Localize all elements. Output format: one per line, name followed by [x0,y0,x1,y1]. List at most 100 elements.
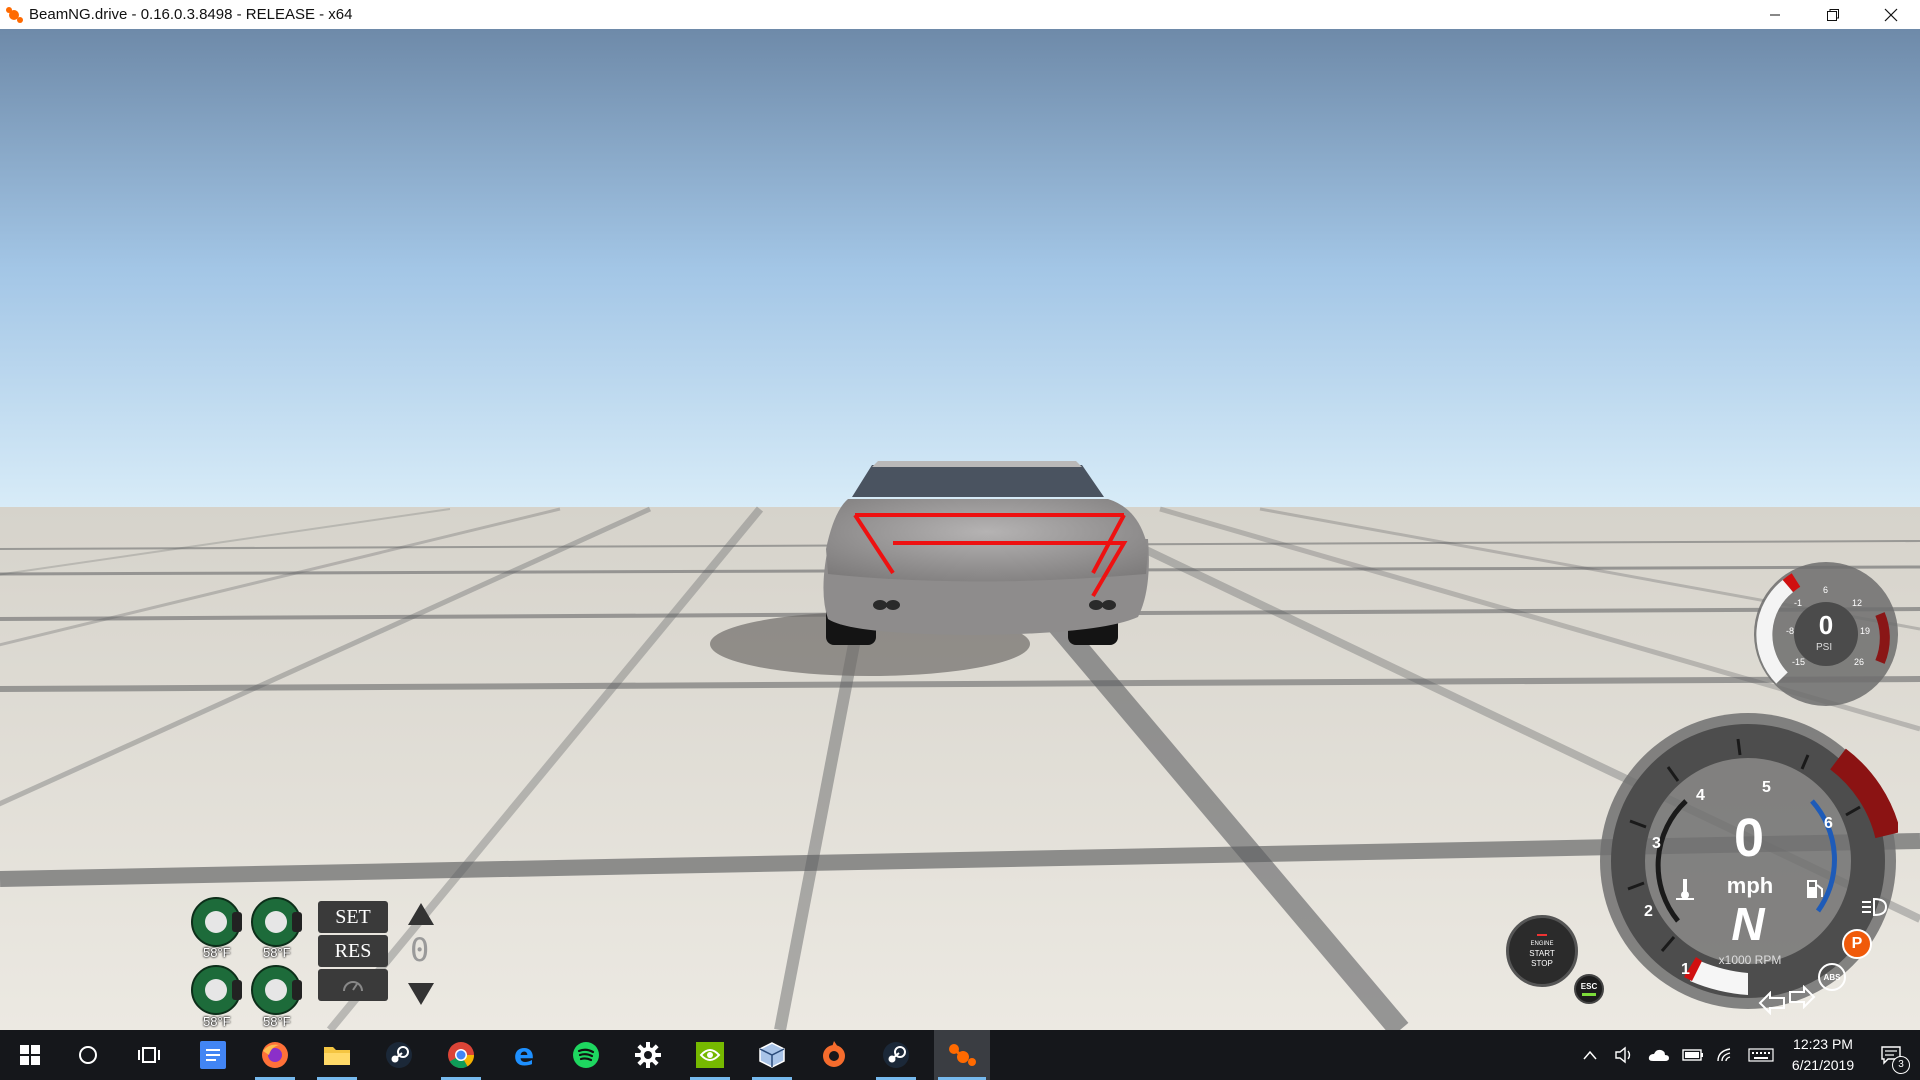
game-viewport[interactable]: 58°F 58°F 58°F 58°F SET RES 0 ENGINE STA… [0,29,1920,1030]
boost-tick-neg15: -15 [1792,657,1806,667]
esc-indicator [1582,993,1596,996]
beamng-app-icon [6,6,23,23]
speed-unit: mph [1726,873,1774,898]
boost-tick-6: 6 [1823,585,1829,595]
cortana-button[interactable] [64,1030,112,1080]
close-button[interactable] [1862,0,1920,29]
engine-label-2: START [1529,948,1555,958]
cortana-circle-icon [79,1046,97,1064]
brake-temp-rear-left: 58°F [203,1014,231,1029]
beamng-icon [949,1044,976,1066]
cruise-set-button[interactable]: SET [318,901,388,933]
close-icon [1884,8,1898,21]
taskbar-clock[interactable]: 12:23 PM 6/21/2019 [1778,1034,1868,1076]
rpm-tick-6: 6 [1824,815,1833,832]
boost-value: 0 [1818,610,1834,640]
steam-icon-2 [883,1042,909,1068]
title-bar: BeamNG.drive - 0.16.0.3.8498 - RELEASE -… [0,0,1920,29]
parking-brake-label: P [1851,935,1863,952]
spotify-icon [573,1042,599,1068]
boost-tick-neg8: -8 [1786,626,1795,636]
boost-tick-26: 26 [1854,657,1865,667]
abs-label: ABS [1823,972,1841,982]
taskbar-app-chrome[interactable] [437,1030,485,1080]
wifi-icon[interactable] [1716,1047,1736,1063]
window-title: BeamNG.drive - 0.16.0.3.8498 - RELEASE -… [29,6,353,23]
speedometer-icon [343,981,363,992]
boost-unit: PSI [1816,642,1833,653]
taskbar-app-beamng[interactable] [934,1030,990,1080]
rpm-tick-1: 1 [1681,961,1690,978]
rpm-tick-2: 2 [1644,903,1653,920]
docs-icon [200,1041,226,1069]
abs-indicator: ABS [1818,963,1846,991]
taskbar-app-steam[interactable] [375,1030,423,1080]
engine-start-stop-button[interactable]: ENGINE START STOP [1506,915,1578,987]
gear-icon [635,1042,661,1068]
cruise-toggle-button[interactable] [318,969,388,1001]
taskbar-app-steam-2[interactable] [872,1030,920,1080]
speed-value: 0 [1733,808,1765,868]
rpm-tick-3: 3 [1652,835,1661,852]
headlight-icon [1862,897,1888,917]
clock-time: 12:23 PM [1793,1036,1853,1052]
firefox-icon [262,1042,288,1068]
coolant-temp-icon [1676,879,1694,900]
taskbar-app-spotify[interactable] [562,1030,610,1080]
cruise-control-widget: SET RES 0 [318,901,438,1030]
rpm-unit-label: x1000 RPM [1718,953,1782,967]
brake-temperature-widget: 58°F 58°F 58°F 58°F [186,884,306,1030]
taskbar-app-edge[interactable]: e [500,1030,548,1080]
brake-temp-front-right: 58°F [263,945,291,960]
minimize-icon [1770,14,1780,15]
keyboard-icon[interactable] [1748,1047,1774,1063]
taskbar-app-settings[interactable] [624,1030,672,1080]
engine-indicator [1537,933,1547,936]
boost-tick-19: 19 [1860,626,1871,636]
virtualbox-icon [759,1042,785,1068]
nvidia-icon [696,1042,724,1068]
cruise-resume-button[interactable]: RES [318,935,388,967]
engine-label-3: STOP [1531,958,1553,968]
volume-icon[interactable] [1614,1046,1634,1064]
esc-label: ESC [1580,982,1598,991]
taskbar-app-origin[interactable] [810,1030,858,1080]
chrome-icon [448,1042,475,1069]
battery-icon[interactable] [1682,1048,1704,1062]
rpm-tick-4: 4 [1696,787,1705,804]
notification-count-badge: 3 [1892,1056,1910,1074]
system-tray [1582,1030,1774,1080]
cruise-decrease-arrow-icon[interactable] [408,983,434,1005]
show-hidden-icons-chevron-icon[interactable] [1582,1049,1598,1061]
action-center-button[interactable]: 3 [1866,1030,1916,1080]
speedometer-tachometer: 1 2 3 4 5 6 0 mph N x1000 RPM P ABS [1598,711,1901,1015]
origin-icon [823,1041,845,1067]
start-button[interactable] [6,1030,54,1080]
taskbar-app-nvidia[interactable] [686,1030,734,1080]
parking-brake-indicator: P [1842,929,1872,959]
onedrive-cloud-icon[interactable] [1648,1048,1670,1062]
clock-date: 6/21/2019 [1791,1057,1855,1073]
right-turn-signal-icon [1789,985,1816,1009]
taskbar-app-file-explorer[interactable] [313,1030,361,1080]
engine-label-1: ENGINE [1530,940,1554,947]
boost-tick-12: 12 [1852,598,1863,608]
gear-indicator: N [1731,898,1765,950]
steam-icon [386,1042,412,1068]
taskbar-app-firefox[interactable] [251,1030,299,1080]
fuel-pump-icon [1807,880,1823,898]
cruise-increase-arrow-icon[interactable] [408,903,434,925]
task-view-icon [138,1047,160,1063]
edge-icon: e [513,1037,535,1073]
cruise-speed-digit: 0 [410,931,430,969]
boost-tick-neg1: -1 [1794,598,1803,608]
brake-temp-rear-right: 58°F [263,1014,291,1029]
task-view-button[interactable] [125,1030,173,1080]
restore-button[interactable] [1804,0,1862,29]
minimize-button[interactable] [1746,0,1804,29]
folder-icon [324,1047,350,1065]
taskbar-app-docs[interactable] [189,1030,237,1080]
windows-taskbar: e 12:23 PM 6/21/2019 3 [0,1030,1920,1080]
taskbar-app-virtualbox[interactable] [748,1030,796,1080]
rpm-tick-5: 5 [1762,779,1771,796]
